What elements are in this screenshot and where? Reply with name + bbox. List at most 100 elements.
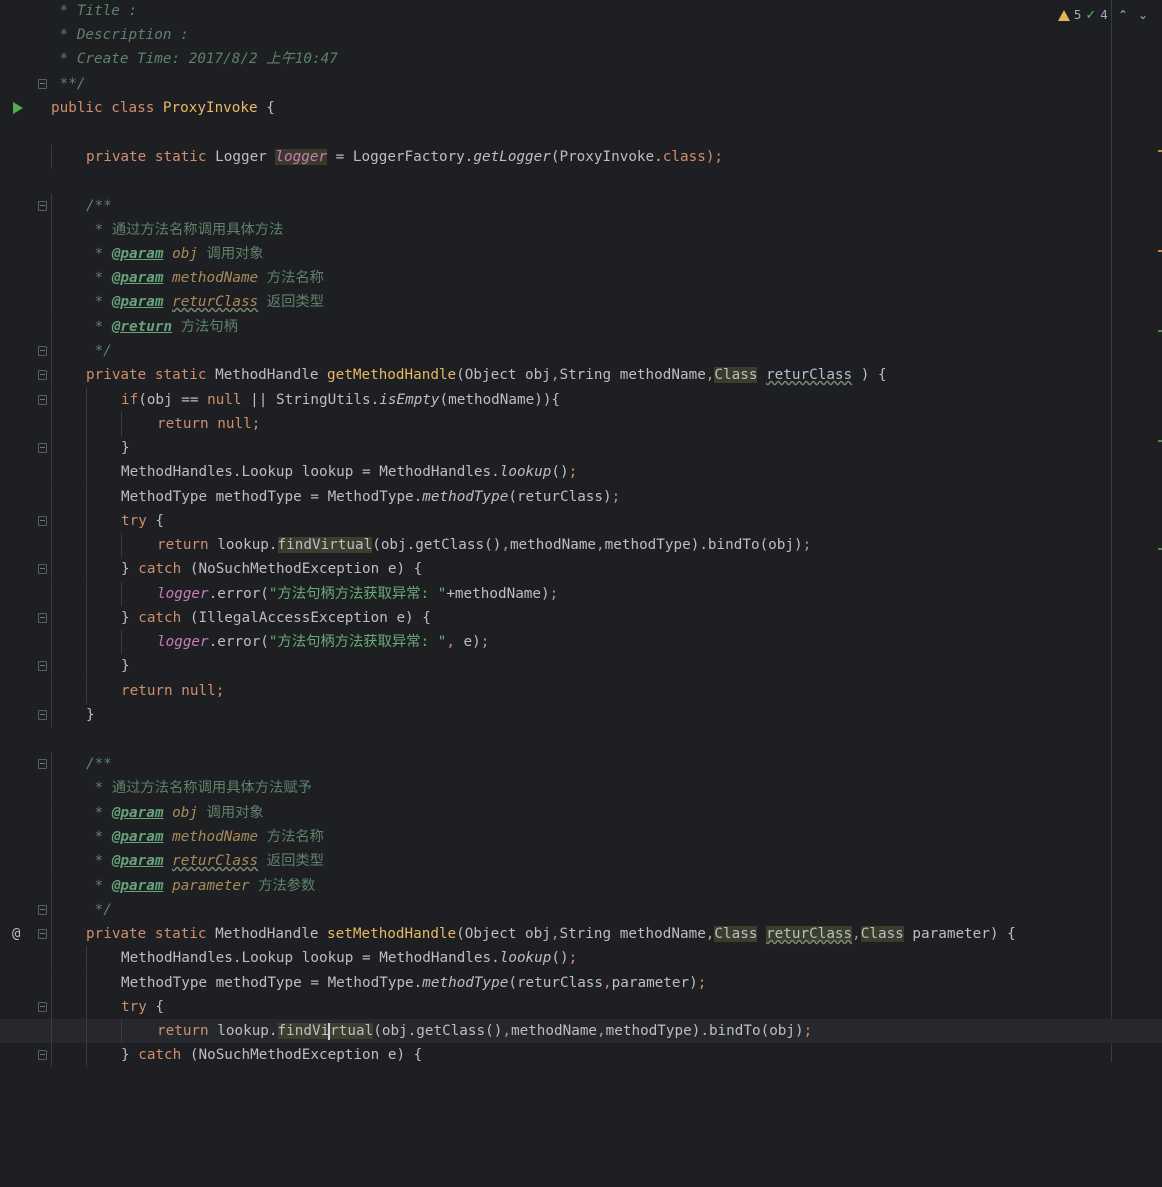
javadoc-text: /**	[86, 198, 112, 214]
fold-icon[interactable]	[38, 929, 47, 939]
implementing-method-icon[interactable]: @	[12, 922, 20, 946]
indent-guide	[86, 533, 87, 557]
method-call[interactable]: findVirtual	[277, 537, 373, 553]
code-line: }	[0, 654, 1162, 678]
static-field[interactable]: logger	[157, 634, 209, 650]
keyword: if	[121, 392, 139, 408]
keyword: private	[86, 367, 147, 383]
method-declaration[interactable]: setMethodHandle	[327, 926, 456, 942]
code-editor[interactable]: 5 ✓ 4 ⌃ ⌄ * Title : * Description : * Cr…	[0, 0, 1162, 1067]
code-line: } catch (NoSuchMethodException e) {	[0, 1043, 1162, 1067]
code-area[interactable]: * Title : * Description : * Create Time:…	[0, 0, 1162, 1067]
code-line: * Create Time: 2017/8/2 上午10:47	[0, 47, 1162, 71]
code-line: * @param returClass 返回类型	[0, 849, 1162, 873]
indent-guide	[86, 485, 87, 509]
code-text: (NoSuchMethodException e) {	[181, 561, 423, 577]
indent-guide	[51, 339, 52, 363]
code-text: }	[121, 658, 130, 674]
fold-icon[interactable]	[38, 661, 47, 671]
fold-icon[interactable]	[38, 905, 47, 915]
code-text: .error(	[208, 634, 269, 650]
method-call[interactable]: lookup	[500, 950, 552, 966]
javadoc-text: * Title :	[51, 3, 138, 19]
method-call[interactable]: methodType	[422, 975, 508, 991]
fold-icon[interactable]	[38, 1002, 47, 1012]
parameter-name: returClass	[766, 926, 853, 942]
code-text: (obj.getClass()	[373, 1023, 503, 1039]
code-text: (IllegalAccessException e) {	[181, 610, 431, 626]
method-call[interactable]: rtual	[330, 1023, 374, 1039]
code-line: MethodType methodType = MethodType.metho…	[0, 971, 1162, 995]
javadoc-text: * 通过方法名称调用具体方法赋予	[86, 780, 312, 796]
indent-guide	[51, 776, 52, 800]
fold-icon[interactable]	[38, 564, 47, 574]
javadoc-text: * Description :	[51, 27, 189, 43]
indent-guide	[86, 995, 87, 1019]
indent-guide	[51, 703, 52, 727]
javadoc-text: *	[86, 294, 112, 310]
javadoc-tag: @param	[111, 878, 164, 894]
raw-type-warning[interactable]: Class	[714, 367, 758, 383]
indent-guide	[51, 242, 52, 266]
indent-guide	[51, 315, 52, 339]
indent-guide	[86, 1019, 87, 1043]
type-name: Logger	[215, 149, 276, 165]
code-text: String methodName	[559, 926, 706, 942]
current-code-line: return lookup.findVirtual(obj.getClass()…	[0, 1019, 1162, 1043]
fold-icon[interactable]	[38, 1050, 47, 1060]
indent-guide	[121, 1019, 122, 1043]
indent-guide	[51, 1019, 52, 1043]
fold-icon[interactable]	[38, 346, 47, 356]
code-text: MethodHandles.Lookup lookup = MethodHand…	[121, 464, 500, 480]
indent-guide	[51, 533, 52, 557]
raw-type-warning[interactable]: Class	[860, 926, 904, 942]
fold-icon[interactable]	[38, 759, 47, 769]
code-line: }	[0, 703, 1162, 727]
fold-icon[interactable]	[38, 613, 47, 623]
code-text: = LoggerFactory.	[327, 149, 474, 165]
code-text: (Object obj	[456, 367, 551, 383]
raw-type-warning[interactable]: Class	[714, 926, 758, 942]
run-icon[interactable]	[13, 102, 23, 114]
code-text: );	[705, 149, 724, 165]
method-call[interactable]: getLogger	[473, 149, 550, 165]
fold-icon[interactable]	[38, 710, 47, 720]
method-call[interactable]: methodType	[422, 489, 508, 505]
static-field[interactable]: logger	[275, 149, 328, 165]
static-field[interactable]: logger	[157, 586, 209, 602]
indent-guide	[51, 218, 52, 242]
indent-guide	[51, 363, 52, 387]
method-call[interactable]: findVi	[277, 1023, 330, 1039]
code-line: MethodHandles.Lookup lookup = MethodHand…	[0, 946, 1162, 970]
code-line: return null;	[0, 679, 1162, 703]
fold-icon[interactable]	[38, 201, 47, 211]
fold-icon[interactable]	[38, 370, 47, 380]
code-text: (NoSuchMethodException e) {	[181, 1047, 423, 1063]
indent-guide	[86, 971, 87, 995]
fold-icon[interactable]	[38, 79, 47, 89]
code-text: (methodName)){	[439, 392, 561, 408]
javadoc-tag: @param	[111, 270, 164, 286]
indent-guide	[86, 436, 87, 460]
comma: ,	[446, 634, 455, 650]
method-call[interactable]: lookup	[500, 464, 552, 480]
indent-guide	[86, 606, 87, 630]
fold-icon[interactable]	[38, 516, 47, 526]
code-line: * @param methodName 方法名称	[0, 825, 1162, 849]
keyword: null	[207, 392, 242, 408]
keyword: return	[157, 1023, 209, 1039]
code-text: String methodName	[559, 367, 706, 383]
code-line: * @param obj 调用对象	[0, 242, 1162, 266]
javadoc-text: * 通过方法名称调用具体方法	[86, 222, 284, 238]
fold-icon[interactable]	[38, 443, 47, 453]
indent-guide	[121, 412, 122, 436]
code-text: methodType).bindTo(obj)	[605, 1023, 804, 1039]
javadoc-text: *	[86, 829, 112, 845]
method-declaration[interactable]: getMethodHandle	[327, 367, 456, 383]
fold-icon[interactable]	[38, 395, 47, 405]
method-call[interactable]: isEmpty	[379, 392, 439, 408]
javadoc-text: 返回类型	[258, 853, 324, 869]
indent-guide	[86, 460, 87, 484]
string-literal: "方法句柄方法获取异常: "	[268, 586, 447, 602]
